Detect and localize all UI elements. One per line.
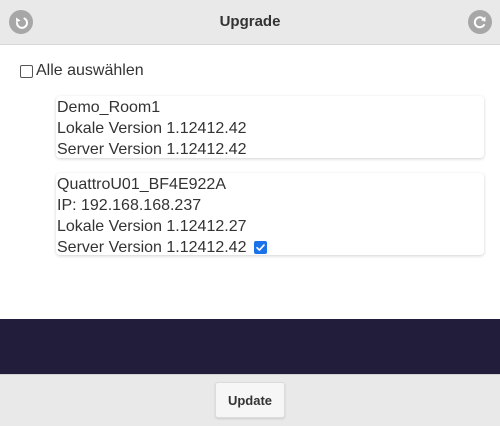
device-ip: IP: 192.168.168.237 <box>57 197 202 214</box>
server-version: Server Version 1.12412.42 <box>57 141 247 158</box>
refresh-icon[interactable] <box>468 10 492 34</box>
local-version: Lokale Version 1.12412.42 <box>57 120 247 137</box>
device-name: Demo_Room1 <box>57 99 161 116</box>
refresh-glyph <box>473 16 486 29</box>
header-bar: Upgrade <box>0 0 500 45</box>
checkmark-icon <box>256 244 266 251</box>
select-all-checkbox[interactable]: Alle auswählen <box>20 62 144 80</box>
server-version: Server Version 1.12412.42 <box>57 239 247 256</box>
server-version-row: Server Version 1.12412.42 <box>57 237 484 258</box>
update-button[interactable]: Update <box>215 382 285 418</box>
select-all-label: Alle auswählen <box>36 62 144 79</box>
footer-bar: Update <box>0 374 500 426</box>
device-card-quattro[interactable]: QuattroU01_BF4E922A IP: 192.168.168.237 … <box>56 173 484 258</box>
device-select-checkbox[interactable] <box>254 241 268 254</box>
device-name: QuattroU01_BF4E922A <box>57 176 226 193</box>
device-card-demo-room[interactable]: Demo_Room1 Lokale Version 1.12412.42 Ser… <box>56 96 484 158</box>
select-all-box[interactable] <box>20 64 33 78</box>
dark-band <box>0 319 500 374</box>
page-title: Upgrade <box>219 13 281 30</box>
local-version: Lokale Version 1.12412.27 <box>57 218 247 235</box>
